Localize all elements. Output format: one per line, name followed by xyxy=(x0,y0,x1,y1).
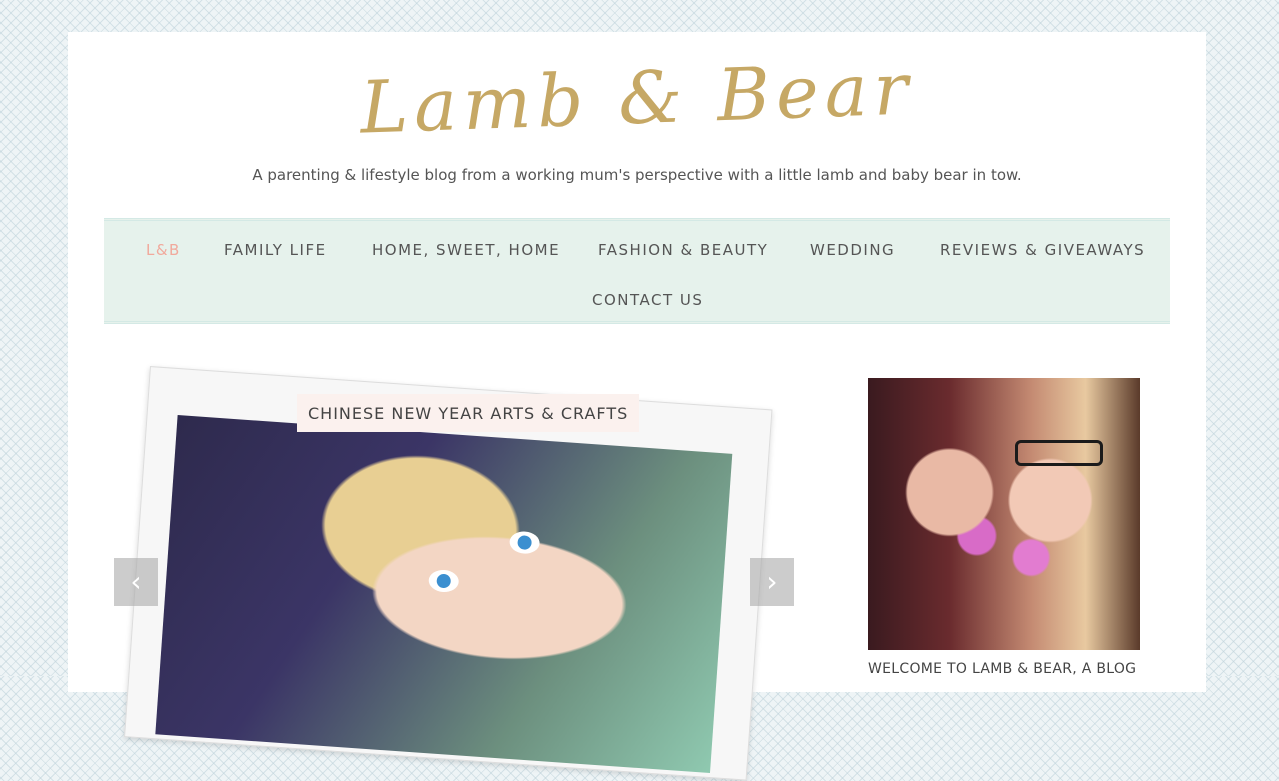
site-tagline: A parenting & lifestyle blog from a work… xyxy=(252,166,1022,184)
photo-glasses-detail xyxy=(1015,440,1103,466)
slide-photo-eye xyxy=(427,568,460,594)
nav-item-contact-us[interactable]: CONTACT US xyxy=(592,291,703,309)
slide-photo[interactable] xyxy=(155,415,733,774)
chevron-left-icon: ‹ xyxy=(130,565,142,598)
nav-item-lb[interactable]: L&B xyxy=(146,241,181,259)
nav-item-home-sweet-home[interactable]: HOME, SWEET, HOME xyxy=(372,241,560,259)
nav-item-wedding[interactable]: WEDDING xyxy=(810,241,895,259)
featured-slider: CHINESE NEW YEAR ARTS & CRAFTS ‹ › xyxy=(114,362,794,781)
slider-next-button[interactable]: › xyxy=(750,558,794,606)
slide-title-label[interactable]: CHINESE NEW YEAR ARTS & CRAFTS xyxy=(297,394,640,432)
site-logo[interactable]: Lamb & Bear xyxy=(67,42,1207,154)
chevron-right-icon: › xyxy=(766,565,778,598)
main-nav: L&B FAMILY LIFE HOME, SWEET, HOME FASHIO… xyxy=(104,218,1170,324)
nav-item-fashion-beauty[interactable]: FASHION & BEAUTY xyxy=(598,241,768,259)
slide-photo-eye xyxy=(508,530,541,555)
nav-item-family-life[interactable]: FAMILY LIFE xyxy=(224,241,327,259)
sidebar-profile-photo[interactable] xyxy=(868,378,1140,650)
slider-prev-button[interactable]: ‹ xyxy=(114,558,158,606)
sidebar-welcome-heading: WELCOME TO LAMB & BEAR, A BLOG xyxy=(868,661,1137,677)
page-container: Lamb & Bear A parenting & lifestyle blog… xyxy=(67,32,1207,781)
nav-item-reviews-giveaways[interactable]: REVIEWS & GIVEAWAYS xyxy=(940,241,1145,259)
